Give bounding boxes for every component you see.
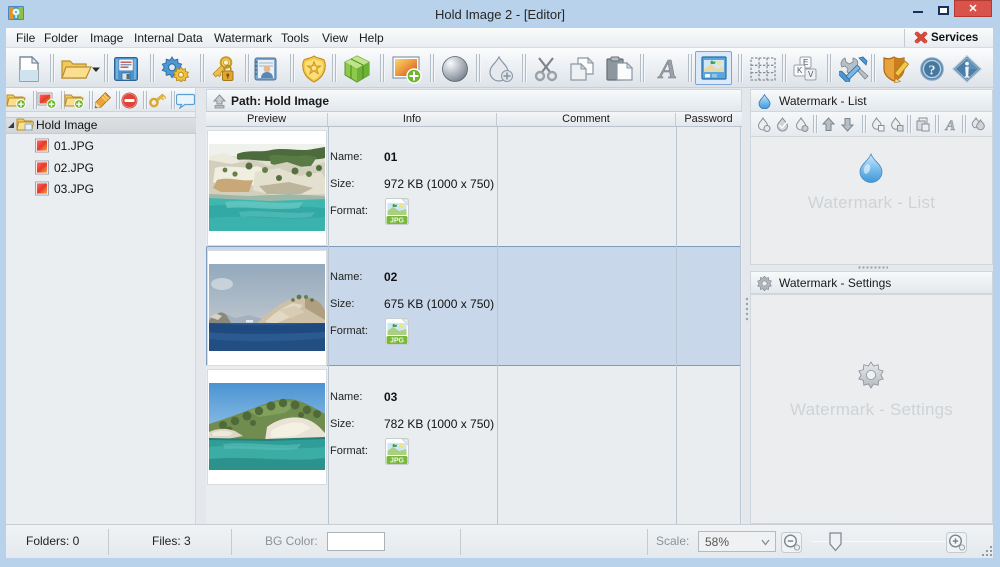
svg-text:JPG: JPG — [390, 458, 405, 465]
svg-text:A: A — [944, 118, 955, 132]
svg-text:K: K — [797, 66, 803, 75]
svg-text:A: A — [657, 56, 677, 82]
svg-text:?: ? — [929, 64, 936, 79]
svg-text:JPG: JPG — [390, 338, 405, 345]
svg-text:JPG: JPG — [390, 218, 405, 225]
svg-text:V: V — [808, 70, 814, 79]
